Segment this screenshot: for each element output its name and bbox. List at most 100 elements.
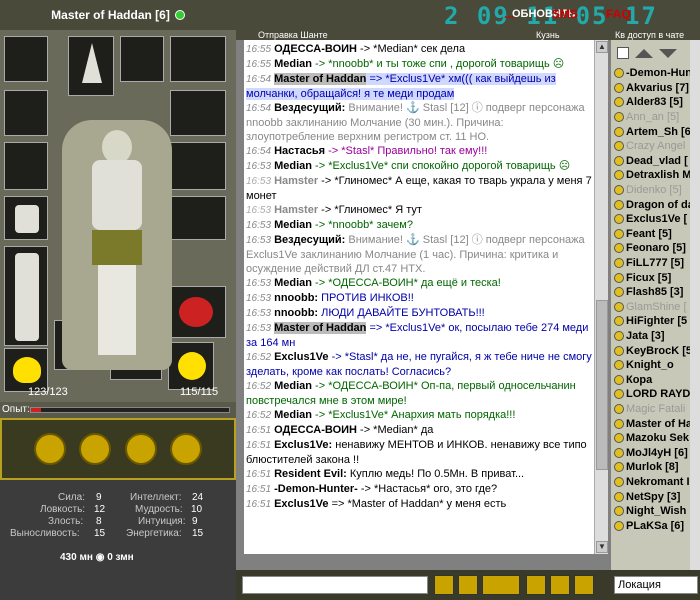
- user-list-item[interactable]: KeyBrocK [5: [611, 343, 700, 358]
- message-author[interactable]: -Demon-Hunter-: [274, 483, 358, 495]
- user-list-item[interactable]: GlamShine [: [611, 300, 700, 315]
- skill-button-1[interactable]: [33, 433, 66, 465]
- scroll-down-icon[interactable]: ▼: [596, 541, 608, 553]
- user-list-item[interactable]: Murlok [8]: [611, 460, 700, 475]
- user-name: HiFighter [5: [626, 315, 688, 328]
- user-list-item[interactable]: Alder83 [5]: [611, 95, 700, 110]
- slot-earring[interactable]: [4, 90, 48, 136]
- message-author[interactable]: Master of Haddan: [274, 73, 367, 85]
- user-list-item[interactable]: Crazy Angel: [611, 139, 700, 154]
- chat-input[interactable]: [242, 576, 428, 594]
- message-author[interactable]: Вездесущий:: [274, 234, 345, 246]
- sort-down-icon[interactable]: [659, 48, 677, 58]
- user-list-item[interactable]: HiFighter [5: [611, 314, 700, 329]
- message-author[interactable]: Median: [274, 380, 312, 392]
- translit-button[interactable]: [526, 575, 546, 595]
- user-list-item[interactable]: Didenko [5]: [611, 183, 700, 198]
- user-list-item[interactable]: Akvarius [7]: [611, 81, 700, 96]
- user-list-item[interactable]: Detraxlish M: [611, 168, 700, 183]
- slot-helmet[interactable]: [68, 36, 114, 96]
- user-list-item[interactable]: Dead_vlad [: [611, 154, 700, 169]
- message-author[interactable]: Median: [274, 58, 312, 70]
- skill-button-4[interactable]: [170, 433, 203, 465]
- message-author[interactable]: Resident Evil:: [274, 468, 347, 480]
- user-list-item[interactable]: Feonaro [5]: [611, 241, 700, 256]
- message-author[interactable]: Median: [274, 219, 312, 231]
- slot-ring[interactable]: [170, 36, 226, 82]
- check-button[interactable]: [434, 575, 454, 595]
- message-author[interactable]: Вездесущий:: [274, 102, 345, 114]
- scroll-up-icon[interactable]: ▲: [596, 41, 608, 53]
- users-panel-title: Кв доступ в чате: [611, 30, 700, 40]
- avatar-legs: [98, 265, 136, 355]
- message-author[interactable]: Exclus1Ve: [274, 498, 328, 510]
- user-list-item[interactable]: Knight_o: [611, 358, 700, 373]
- message-author[interactable]: Hamster: [274, 204, 318, 216]
- header-link-1[interactable]: ...: [504, 7, 514, 21]
- settings-button[interactable]: [574, 575, 594, 595]
- message-author[interactable]: Hamster: [274, 175, 318, 187]
- slot-shield[interactable]: [170, 142, 226, 190]
- user-list-item[interactable]: Jata [3]: [611, 329, 700, 344]
- user-list-item[interactable]: Magic Fatali: [611, 402, 700, 417]
- user-list-item[interactable]: Master of Ha: [611, 416, 700, 431]
- user-list-item[interactable]: NetSpy [3]: [611, 489, 700, 504]
- user-list-item[interactable]: Ann_an [5]: [611, 110, 700, 125]
- user-list-item[interactable]: LORD RAYDI: [611, 387, 700, 402]
- user-list-item[interactable]: Nekromant I: [611, 475, 700, 490]
- slot-armor[interactable]: [4, 196, 48, 240]
- chat-message: 16:53 Вездесущий: Внимание! ⚓ Stasl [12]…: [244, 233, 594, 276]
- money-display: 430 мн ◉ 0 змн: [60, 552, 134, 563]
- slot-weapon[interactable]: [4, 142, 48, 190]
- message-time: 16:52: [246, 352, 272, 363]
- user-list-item[interactable]: Dragon of da: [611, 197, 700, 212]
- user-list-item[interactable]: Feant [5]: [611, 227, 700, 242]
- slot-gloves[interactable]: [170, 196, 226, 240]
- users-scrollbar[interactable]: [690, 40, 700, 570]
- font-button[interactable]: [482, 575, 520, 595]
- slot-sun[interactable]: [168, 342, 214, 390]
- scroll-thumb[interactable]: [596, 300, 608, 470]
- slot-ring-2[interactable]: [170, 90, 226, 136]
- select-all-checkbox[interactable]: [617, 47, 629, 59]
- user-list-item[interactable]: Night_Wish: [611, 504, 700, 519]
- user-list-item[interactable]: Кора: [611, 372, 700, 387]
- user-list-item[interactable]: PLaKSa [6]: [611, 518, 700, 533]
- message-author[interactable]: Exclus1Ve: [274, 351, 328, 363]
- slot-earring-left[interactable]: [4, 36, 48, 82]
- user-list-item[interactable]: MoJl4yH [6]: [611, 445, 700, 460]
- clear-button[interactable]: [550, 575, 570, 595]
- slot-pants[interactable]: [4, 246, 48, 346]
- skill-button-2[interactable]: [79, 433, 112, 465]
- user-list-item[interactable]: Exclus1Ve [: [611, 212, 700, 227]
- message-author[interactable]: nnoobb:: [274, 292, 318, 304]
- header-link-faq[interactable]: FAQ: [606, 7, 631, 21]
- user-list-item[interactable]: Artem_Sh [6]: [611, 124, 700, 139]
- message-author[interactable]: nnoobb:: [274, 307, 318, 319]
- user-list-item[interactable]: FiLL777 [5]: [611, 256, 700, 271]
- skill-button-3[interactable]: [124, 433, 157, 465]
- message-author[interactable]: Настасья: [274, 145, 325, 157]
- chat-scrollbar[interactable]: ▲ ▼: [594, 40, 608, 554]
- header-link-sms[interactable]: SMS: [552, 7, 578, 21]
- user-list-item[interactable]: Flash85 [3]: [611, 285, 700, 300]
- message-author[interactable]: Median: [274, 409, 312, 421]
- tab-left[interactable]: Отправка Шанте: [258, 30, 328, 40]
- message-author[interactable]: Median: [274, 277, 312, 289]
- user-list-item[interactable]: Mazoku Sek: [611, 431, 700, 446]
- player-name: Master of Haddan [6]: [51, 8, 170, 22]
- location-field[interactable]: Локация: [614, 576, 698, 594]
- message-author[interactable]: Exclus1Ve:: [274, 439, 332, 451]
- message-author[interactable]: ОДЕССА-ВОИН: [274, 43, 357, 55]
- slot-belt[interactable]: [164, 286, 226, 338]
- message-time: 16:54: [246, 74, 272, 85]
- smiley-button[interactable]: [458, 575, 478, 595]
- user-list-item[interactable]: -Demon-Hun: [611, 66, 700, 81]
- message-author[interactable]: Median: [274, 160, 312, 172]
- sort-up-icon[interactable]: [635, 48, 653, 58]
- message-author[interactable]: ОДЕССА-ВОИН: [274, 424, 357, 436]
- tab-right[interactable]: Кузнь: [536, 30, 560, 40]
- user-list-item[interactable]: Ficux [5]: [611, 270, 700, 285]
- slot-amulet[interactable]: [120, 36, 164, 82]
- message-author[interactable]: Master of Haddan: [274, 322, 367, 334]
